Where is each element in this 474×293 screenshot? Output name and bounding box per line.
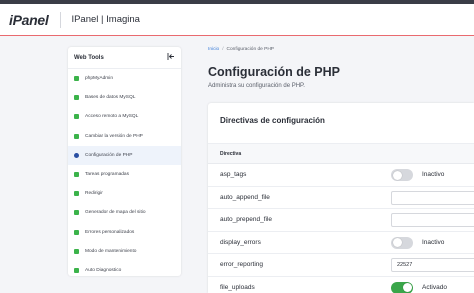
sitemap-icon	[74, 210, 79, 216]
column-header-directiva: Directiva	[220, 151, 242, 157]
toggle-status-label: Activado	[422, 283, 447, 291]
directive-input[interactable]	[391, 213, 474, 227]
sidebar-title: Web Tools	[74, 54, 104, 61]
sidebar-item-label: Configuración de PHP	[85, 152, 133, 158]
calendar-icon	[74, 172, 79, 178]
sidebar-item[interactable]: Errores personalizados	[68, 223, 181, 242]
breadcrumb-home-link[interactable]: Inicio	[208, 47, 219, 52]
sidebar-item[interactable]: Tareas programadas	[68, 165, 181, 184]
sidebar-item[interactable]: Bases de datos MySQL	[68, 88, 181, 107]
sidebar-item-label: Tareas programadas	[85, 172, 129, 178]
table-row: asp_tags Inactivo	[208, 164, 474, 187]
breadcrumb: Inicio / Configuración de PHP	[208, 47, 274, 52]
user-icon	[74, 76, 79, 82]
web-tools-sidebar: Web Tools phpMyAdmin Bases de datos MySQL…	[68, 47, 181, 276]
code-icon	[74, 133, 79, 139]
toggle-status-label: Inactivo	[422, 238, 445, 246]
table-row: auto_append_file	[208, 187, 474, 209]
toggle-knob	[392, 170, 402, 180]
directive-name: auto_append_file	[220, 193, 270, 201]
directive-input[interactable]	[391, 190, 474, 205]
redirect-icon	[74, 191, 79, 197]
breadcrumb-separator: /	[222, 47, 224, 52]
sidebar-item[interactable]: Redirigir	[68, 184, 181, 203]
sidebar-item-label: Redirigir	[85, 191, 103, 197]
toggle-knob	[392, 238, 402, 247]
app-header: iPanel IPanel | Imagina	[0, 4, 474, 36]
sidebar-item-label: Cambiar la versión de PHP	[85, 133, 143, 139]
header-divider	[60, 11, 62, 28]
sidebar-item-label: Modo de mantenimiento	[85, 248, 137, 254]
directive-input[interactable]: 22527	[391, 258, 474, 272]
directive-name: auto_prepend_file	[220, 216, 273, 223]
sidebar-item[interactable]: Generador de mapa del sitio	[68, 203, 181, 222]
sidebar-item[interactable]: Configuración de PHP	[68, 145, 181, 165]
directive-toggle[interactable]	[391, 169, 413, 181]
sidebar-item-label: Generador de mapa del sitio	[85, 210, 146, 216]
table-row: auto_prepend_file	[208, 209, 474, 232]
toggle-knob	[402, 283, 412, 292]
refresh-icon	[74, 267, 79, 273]
collapse-left-icon[interactable]	[167, 53, 175, 62]
ipanel-logo[interactable]: iPanel	[9, 12, 49, 28]
header-title: IPanel | Imagina	[71, 14, 140, 25]
database-icon	[74, 95, 79, 101]
toggle-status-label: Inactivo	[422, 171, 445, 178]
sidebar-item-label: phpMyAdmin	[85, 76, 113, 82]
directive-name: file_uploads	[220, 283, 255, 291]
table-header: Directiva	[208, 144, 474, 164]
sidebar-item-label: Errores personalizados	[85, 229, 135, 235]
directive-name: asp_tags	[220, 171, 247, 178]
card-title: Directivas de configuración	[220, 116, 325, 125]
directives-card: Directivas de configuración Directiva as…	[208, 103, 474, 293]
table-row: display_errors Inactivo	[208, 232, 474, 254]
wifi-icon	[74, 114, 79, 120]
sidebar-item[interactable]: Cambiar la versión de PHP	[68, 127, 181, 146]
sidebar-item-label: Bases de datos MySQL	[85, 95, 136, 101]
sidebar-item[interactable]: phpMyAdmin	[68, 69, 181, 88]
breadcrumb-current: Configuración de PHP	[226, 47, 275, 52]
sidebar-item[interactable]: Acceso remoto a MySQL	[68, 107, 181, 126]
table-row: file_uploads Activado	[208, 277, 474, 293]
directive-toggle[interactable]	[391, 281, 413, 293]
sidebar-item-label: Acceso remoto a MySQL	[85, 114, 139, 120]
sidebar-header: Web Tools	[68, 47, 181, 69]
sidebar-item-label: Auto Diagnostico	[85, 267, 122, 273]
warning-icon	[74, 229, 79, 235]
directive-toggle[interactable]	[391, 236, 413, 249]
sidebar-item[interactable]: Auto Diagnostico	[68, 261, 181, 280]
gear-icon	[74, 248, 79, 254]
sidebar-item[interactable]: Modo de mantenimiento	[68, 242, 181, 261]
directive-name: error_reporting	[220, 261, 263, 268]
directive-name: display_errors	[220, 238, 261, 246]
sidebar-menu: phpMyAdmin Bases de datos MySQL Acceso rem…	[68, 69, 181, 280]
toggle-icon	[74, 152, 79, 158]
page-subtitle: Administra su configuración de PHP.	[208, 83, 305, 89]
page-title: Configuración de PHP	[208, 65, 340, 79]
table-row: error_reporting 22527	[208, 254, 474, 277]
